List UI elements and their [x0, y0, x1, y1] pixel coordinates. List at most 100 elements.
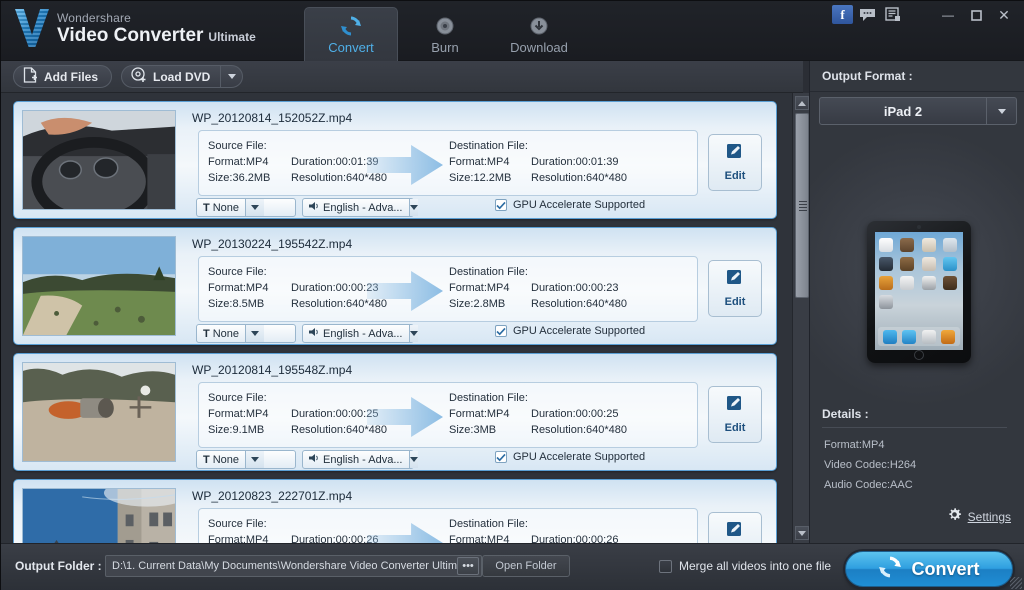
merge-videos-row[interactable]: Merge all videos into one file [659, 559, 831, 573]
edit-label: Edit [724, 170, 746, 182]
gpu-label: GPU Accelerate Supported [513, 325, 646, 337]
brand-product-name: Video Converter [57, 25, 204, 46]
item-filename: WP_20120814_152052Z.mp4 [192, 111, 353, 125]
ipad-device-image [867, 221, 971, 363]
output-folder-field[interactable]: D:\1. Current Data\My Documents\Wondersh… [105, 555, 482, 577]
gear-icon [947, 507, 962, 527]
load-dvd-dropdown-button[interactable] [220, 66, 242, 87]
gpu-label: GPU Accelerate Supported [513, 451, 646, 463]
source-format: Format:MP4 [208, 282, 269, 294]
dest-format: Format:MP4 [449, 156, 510, 168]
app-icon [879, 276, 893, 290]
subtitle-dropdown-button[interactable] [245, 451, 265, 468]
details-title: Details : [822, 407, 869, 421]
facebook-icon[interactable]: f [832, 5, 853, 24]
ipad-camera-icon [917, 225, 921, 229]
chevron-down-icon [251, 331, 260, 336]
register-icon[interactable] [882, 5, 903, 24]
title-bar: Wondershare Video Converter Ultimate Con… [1, 1, 1024, 61]
tab-download[interactable]: Download [492, 7, 586, 61]
scroll-down-button[interactable] [795, 526, 809, 540]
list-item[interactable]: WP_20120823_222701Z.mp4 Source File: For… [13, 479, 777, 543]
list-item[interactable]: WP_20130224_195542Z.mp4 Source File: For… [13, 227, 777, 345]
video-thumbnail [22, 362, 176, 462]
merge-checkbox[interactable] [659, 559, 672, 573]
app-icon [942, 276, 957, 290]
load-dvd-button[interactable]: Load DVD [122, 66, 220, 87]
ipad-screen [875, 232, 963, 350]
item-info-box: Source File: Format:MP4 Size:8.5MB Durat… [198, 256, 698, 322]
item-filename: WP_20130224_195542Z.mp4 [192, 237, 353, 251]
gpu-checkbox[interactable] [495, 325, 507, 337]
edit-button[interactable]: Edit [708, 386, 762, 443]
gpu-accelerate-row[interactable]: GPU Accelerate Supported [495, 325, 645, 337]
gpu-accelerate-row[interactable]: GPU Accelerate Supported [495, 199, 645, 211]
app-logo: Wondershare Video Converter Ultimate [15, 9, 256, 47]
tab-convert[interactable]: Convert [304, 7, 398, 61]
edit-pencil-icon [726, 143, 745, 167]
subtitle-value: None [212, 327, 240, 340]
close-button[interactable]: ✕ [991, 6, 1017, 24]
minimize-button[interactable]: — [935, 6, 961, 24]
edit-button[interactable]: Edit [708, 512, 762, 543]
app-icon [921, 276, 936, 290]
gpu-checkbox[interactable] [495, 451, 507, 463]
edit-button[interactable]: Edit [708, 260, 762, 317]
subtitle-dropdown-button[interactable] [245, 325, 265, 342]
dest-duration: Duration:00:00:25 [531, 408, 619, 420]
dest-size: Size:2.8MB [449, 298, 506, 310]
audio-dropdown-button[interactable] [408, 199, 418, 216]
conversion-list[interactable]: WP_20120814_152052Z.mp4 Source File: For… [1, 93, 803, 543]
app-icon [921, 257, 936, 271]
audio-select[interactable]: English - Adva... [302, 198, 418, 217]
item-filename: WP_20120823_222701Z.mp4 [192, 489, 353, 503]
app-icon [900, 276, 915, 290]
scrollbar-thumb[interactable] [795, 113, 809, 298]
source-size: Size:9.1MB [208, 424, 265, 436]
resize-grip-icon[interactable] [1010, 577, 1022, 589]
device-preview [810, 133, 1024, 433]
source-heading: Source File: [208, 140, 267, 152]
audio-dropdown-button[interactable] [408, 325, 418, 342]
subtitle-select[interactable]: T None [196, 198, 296, 217]
list-item[interactable]: WP_20120814_152052Z.mp4 Source File: For… [13, 101, 777, 219]
browse-folder-button[interactable]: ••• [457, 557, 479, 575]
scroll-up-button[interactable] [795, 96, 809, 110]
gpu-accelerate-row[interactable]: GPU Accelerate Supported [495, 451, 645, 463]
source-size: Size:36.2MB [208, 172, 271, 184]
settings-button[interactable]: Settings [947, 507, 1011, 527]
subtitle-value: None [212, 201, 240, 214]
open-folder-button[interactable]: Open Folder [482, 555, 570, 577]
audio-select[interactable]: English - Adva... [302, 450, 418, 469]
output-format-select[interactable]: iPad 2 [819, 97, 1017, 125]
source-heading: Source File: [208, 518, 267, 530]
chevron-down-icon [251, 457, 260, 462]
audio-dropdown-button[interactable] [408, 451, 418, 468]
dest-heading: Destination File: [449, 392, 528, 404]
chevron-down-icon [798, 530, 806, 536]
list-scrollbar[interactable] [792, 93, 809, 543]
subtitle-select[interactable]: T None [196, 324, 296, 343]
dest-duration: Duration:00:01:39 [531, 156, 619, 168]
tab-burn[interactable]: Burn [398, 7, 492, 61]
gpu-checkbox[interactable] [495, 199, 507, 211]
add-files-button[interactable]: Add Files [13, 65, 113, 88]
audio-select[interactable]: English - Adva... [302, 324, 418, 343]
app-icon [879, 257, 893, 271]
chevron-down-icon [409, 205, 418, 210]
subtitle-dropdown-button[interactable] [245, 199, 265, 216]
convert-button[interactable]: Convert [845, 551, 1013, 587]
edit-button[interactable]: Edit [708, 134, 762, 191]
list-item[interactable]: WP_20120814_195548Z.mp4 Source File: For… [13, 353, 777, 471]
chevron-down-icon [997, 108, 1006, 114]
maximize-button[interactable] [963, 6, 989, 24]
tab-download-label: Download [510, 39, 568, 55]
app-icon [879, 295, 893, 309]
scrollbar-grip-icon [799, 200, 807, 211]
feedback-chat-icon[interactable] [857, 5, 878, 24]
subtitle-select[interactable]: T None [196, 450, 296, 469]
dest-resolution: Resolution:640*480 [531, 424, 628, 436]
app-icon [942, 257, 957, 271]
output-format-dropdown-button[interactable] [986, 98, 1016, 124]
edit-pencil-icon [726, 269, 745, 293]
